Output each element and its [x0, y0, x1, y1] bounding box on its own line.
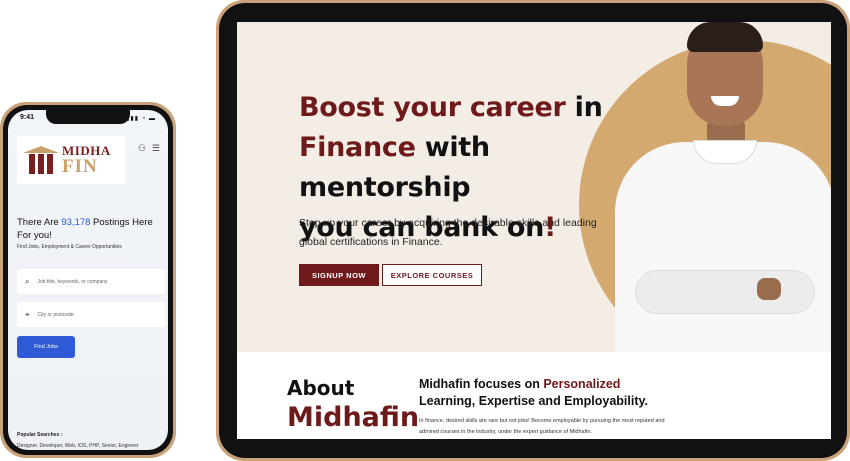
find-jobs-button[interactable]: Find Jobs: [17, 336, 75, 358]
tablet-device: Boost your career in Finance with mentor…: [216, 0, 850, 461]
location-placeholder: City or postcode: [37, 311, 74, 318]
pillars-icon: [23, 146, 59, 174]
search-icon: ⌕: [25, 276, 30, 286]
user-icon[interactable]: ⚇: [138, 143, 146, 154]
status-time: 9:41: [20, 114, 35, 121]
popular-searches-label: Popular Searches :: [17, 432, 63, 438]
about-heading: Midhafin focuses on Personalized Learnin…: [419, 377, 648, 408]
phone-screen: 9:41 ▮▮▮ ◔ ▬ MIDHA FIN ⚇ ☰ There Are 93,…: [8, 110, 168, 450]
logo-text-fin: FIN: [62, 156, 98, 177]
postings-heading: There Are 93,178 Postings Here For you!: [17, 217, 153, 241]
about-label: About: [287, 376, 355, 400]
hero-subtitle: Step up your career by acquiring the des…: [299, 217, 597, 248]
location-pin-icon: ⌖: [25, 309, 30, 319]
menu-icon[interactable]: ☰: [152, 143, 160, 154]
hero-person-image: [615, 22, 831, 352]
explore-courses-button[interactable]: EXPLORE COURSES: [382, 264, 482, 286]
postings-count: 93,178: [61, 217, 91, 228]
postings-subheading: Find Jobs, Employment & Career Opportuni…: [17, 244, 122, 250]
job-search-placeholder: Job title, keywords, or company: [37, 278, 108, 285]
location-input[interactable]: ⌖ City or postcode: [17, 302, 165, 327]
status-icons: ▮▮▮ ◔ ▬: [126, 116, 156, 122]
about-section: About Midhafin Midhafin focuses on Perso…: [237, 352, 831, 439]
popular-searches-list[interactable]: Designer, Developer, Web, IOS, PHP, Seni…: [17, 443, 139, 449]
phone-notch: [46, 110, 130, 124]
midhafin-logo[interactable]: MIDHA FIN: [17, 136, 125, 184]
tablet-bezel: Boost your career in Finance with mentor…: [219, 3, 847, 458]
about-name: Midhafin: [287, 402, 420, 433]
job-search-input[interactable]: ⌕ Job title, keywords, or company: [17, 269, 165, 294]
signup-now-button[interactable]: SIGNUP NOW: [299, 264, 379, 286]
tablet-screen: Boost your career in Finance with mentor…: [237, 22, 831, 439]
about-text: In finance, desired skills are rare but …: [419, 418, 665, 435]
phone-device: 9:41 ▮▮▮ ◔ ▬ MIDHA FIN ⚇ ☰ There Are 93,…: [0, 102, 176, 458]
phone-bezel: 9:41 ▮▮▮ ◔ ▬ MIDHA FIN ⚇ ☰ There Are 93,…: [3, 105, 173, 455]
